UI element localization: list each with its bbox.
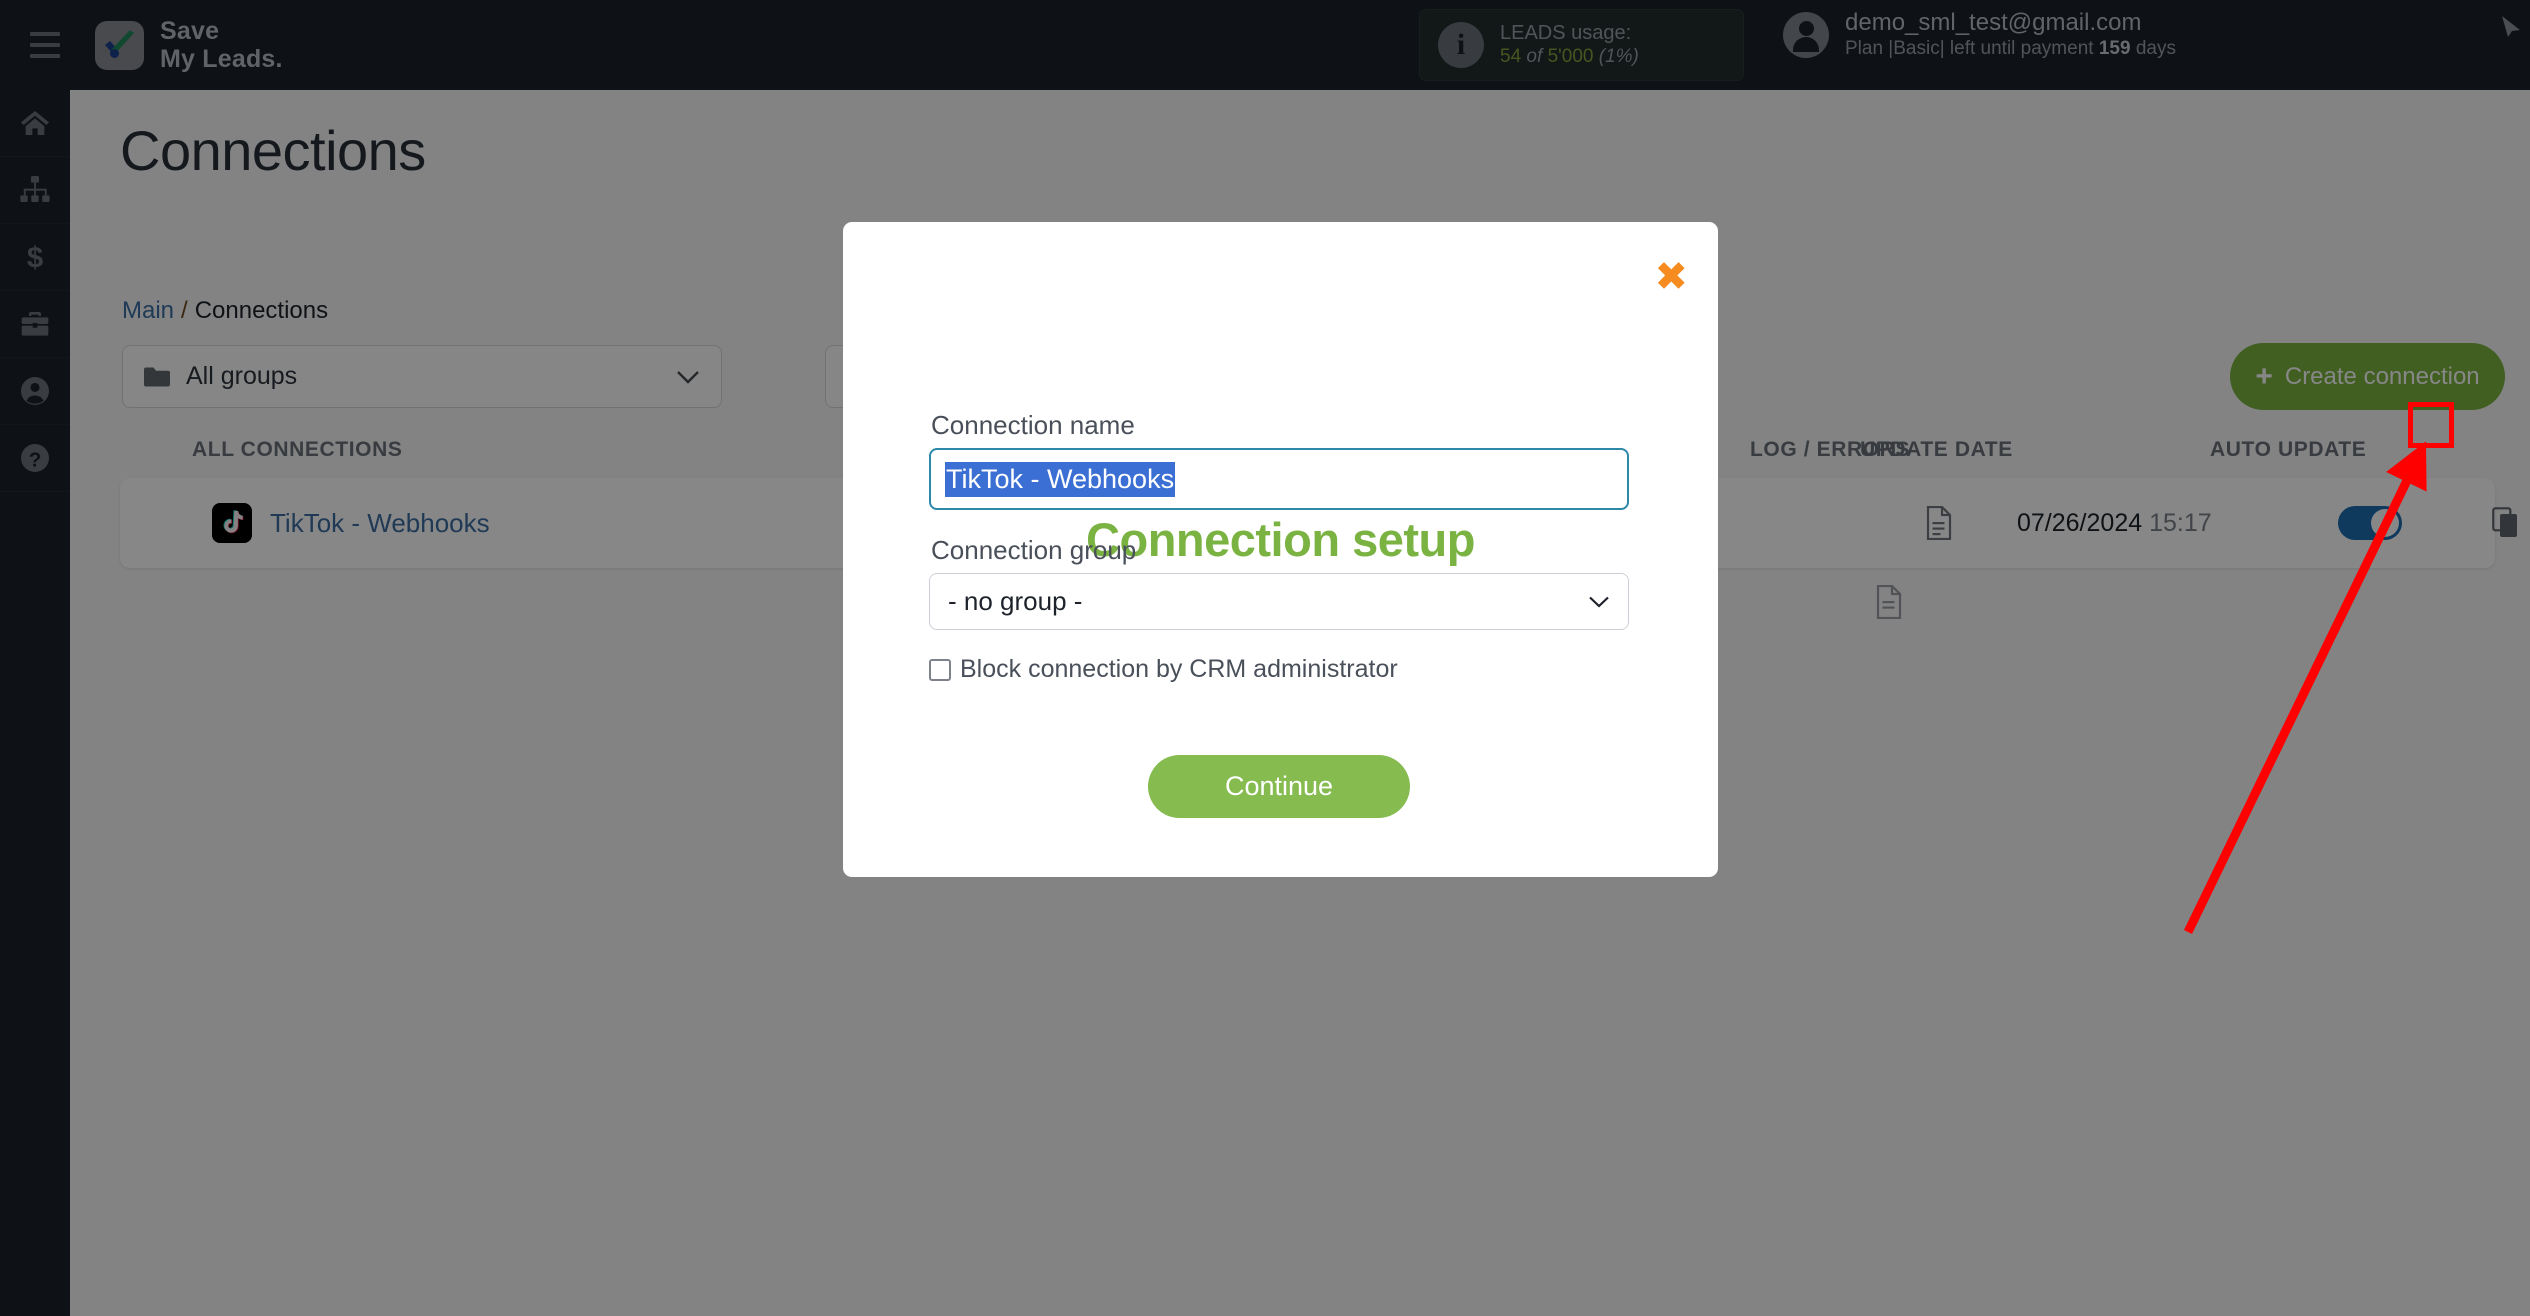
close-icon[interactable]: ✖ bbox=[1654, 257, 1688, 297]
red-arrow-annotation bbox=[2183, 441, 2427, 934]
connection-group-value: - no group - bbox=[948, 586, 1083, 616]
connection-group-select[interactable]: - no group - bbox=[929, 573, 1629, 630]
block-connection-checkbox[interactable] bbox=[929, 658, 951, 681]
block-connection-label: Block connection by CRM administrator bbox=[960, 655, 1398, 683]
connection-name-input[interactable]: TikTok - Webhooks bbox=[929, 448, 1629, 510]
connection-name-value: TikTok - Webhooks bbox=[945, 461, 1176, 497]
chevron-down-icon bbox=[1589, 596, 1609, 608]
continue-button[interactable]: Continue bbox=[1148, 755, 1410, 818]
connection-group-label: Connection group bbox=[931, 535, 1137, 565]
connection-name-label: Connection name bbox=[931, 410, 1135, 440]
block-connection-checkbox-row[interactable]: Block connection by CRM administrator bbox=[929, 655, 1398, 684]
